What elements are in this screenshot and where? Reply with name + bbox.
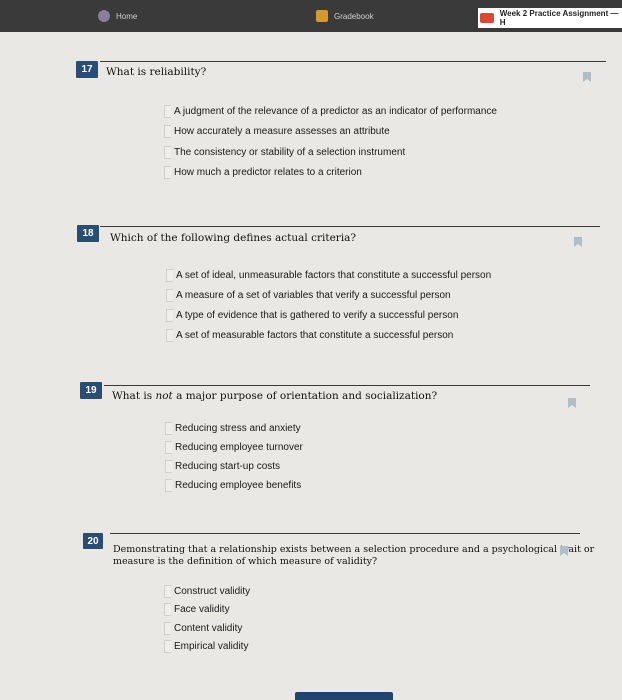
question-divider: [100, 61, 606, 62]
question-text-part: What is: [112, 390, 156, 402]
bookmark-flag-icon[interactable]: [574, 237, 582, 247]
option-label: A measure of a set of variables that ver…: [176, 289, 451, 301]
radio-option-icon[interactable]: [164, 621, 171, 635]
radio-option-icon[interactable]: [164, 165, 171, 179]
radio-option-icon[interactable]: [164, 124, 171, 138]
tab-week2-assignment[interactable]: Week 2 Practice Assignment — H: [478, 8, 622, 28]
option-label: Face validity: [174, 603, 230, 615]
answer-option[interactable]: A measure of a set of variables that ver…: [166, 287, 451, 303]
radio-option-icon[interactable]: [165, 478, 172, 492]
tab-gradebook[interactable]: Gradebook: [316, 6, 374, 26]
tab-week2-label: Week 2 Practice Assignment — H: [499, 9, 619, 27]
browser-tab-bar: Home Gradebook Week 2 Practice Assignmen…: [0, 0, 622, 32]
answer-option[interactable]: A set of measurable factors that constit…: [166, 327, 453, 343]
option-label: Construct validity: [174, 585, 251, 597]
bottom-action-button[interactable]: [295, 692, 393, 700]
option-label: Reducing employee turnover: [175, 441, 303, 453]
answer-option[interactable]: Reducing stress and anxiety: [165, 420, 301, 436]
answer-option[interactable]: Construct validity: [164, 583, 250, 599]
home-favicon-icon: [98, 10, 110, 22]
question-number-badge: 20: [83, 533, 103, 549]
question-text-line: Demonstrating that a relationship exists…: [113, 544, 595, 555]
question-number-badge: 18: [77, 225, 99, 242]
option-label: A judgment of the relevance of a predict…: [174, 105, 497, 117]
question-text-part: a major purpose of orientation and socia…: [172, 390, 438, 402]
question-text: What is not a major purpose of orientati…: [112, 390, 437, 403]
answer-option[interactable]: Face validity: [164, 601, 230, 617]
question-number-badge: 19: [80, 382, 102, 399]
option-label: Content validity: [174, 622, 243, 634]
radio-option-icon[interactable]: [165, 459, 172, 473]
answer-option[interactable]: Content validity: [164, 620, 242, 636]
question-text: Demonstrating that a relationship exists…: [113, 544, 594, 568]
radio-option-icon[interactable]: [165, 421, 172, 435]
question-divider: [104, 385, 590, 386]
tab-home[interactable]: Home: [98, 6, 137, 26]
option-label: Reducing start-up costs: [175, 460, 281, 472]
option-label: A set of ideal, unmeasurable factors tha…: [176, 269, 492, 281]
question-text-line: measure is the definition of which measu…: [113, 556, 378, 567]
option-label: A type of evidence that is gathered to v…: [176, 309, 459, 321]
option-label: The consistency or stability of a select…: [174, 146, 406, 158]
answer-option[interactable]: Empirical validity: [164, 638, 248, 654]
answer-option[interactable]: How much a predictor relates to a criter…: [164, 164, 362, 180]
radio-option-icon[interactable]: [166, 308, 173, 322]
answer-option[interactable]: The consistency or stability of a select…: [164, 144, 405, 160]
option-label: Reducing employee benefits: [175, 479, 302, 491]
radio-option-icon[interactable]: [164, 584, 171, 598]
radio-option-icon[interactable]: [164, 639, 171, 653]
radio-option-icon[interactable]: [166, 328, 173, 342]
answer-option[interactable]: A set of ideal, unmeasurable factors tha…: [166, 267, 491, 283]
answer-option[interactable]: How accurately a measure assesses an att…: [164, 123, 390, 139]
question-text: Which of the following defines actual cr…: [110, 232, 357, 244]
bookmark-flag-icon[interactable]: [583, 72, 591, 82]
question-divider: [110, 533, 580, 534]
answer-option[interactable]: Reducing start-up costs: [165, 458, 280, 474]
answer-option[interactable]: A judgment of the relevance of a predict…: [164, 103, 497, 119]
radio-option-icon[interactable]: [166, 288, 173, 302]
option-label: How accurately a measure assesses an att…: [174, 125, 390, 137]
option-label: How much a predictor relates to a criter…: [174, 166, 362, 178]
question-text: What is reliability?: [106, 66, 207, 78]
option-label: Reducing stress and anxiety: [175, 422, 301, 434]
radio-option-icon[interactable]: [164, 145, 171, 159]
radio-option-icon[interactable]: [166, 268, 173, 282]
question-divider: [100, 226, 600, 227]
question-text-emphasis: not: [155, 390, 173, 402]
bookmark-flag-icon[interactable]: [560, 546, 568, 556]
answer-option[interactable]: Reducing employee benefits: [165, 477, 301, 493]
radio-option-icon[interactable]: [164, 104, 171, 118]
gradebook-favicon-icon: [316, 10, 328, 22]
tab-gradebook-label: Gradebook: [334, 11, 374, 21]
answer-option[interactable]: A type of evidence that is gathered to v…: [166, 307, 458, 323]
option-label: A set of measurable factors that constit…: [176, 329, 454, 341]
assignment-favicon-icon: [480, 13, 494, 23]
bookmark-flag-icon[interactable]: [568, 398, 576, 408]
radio-option-icon[interactable]: [164, 602, 171, 616]
option-label: Empirical validity: [174, 640, 249, 652]
answer-option[interactable]: Reducing employee turnover: [165, 439, 303, 455]
question-number-badge: 17: [76, 61, 98, 78]
radio-option-icon[interactable]: [165, 440, 172, 454]
tab-home-label: Home: [116, 11, 138, 21]
